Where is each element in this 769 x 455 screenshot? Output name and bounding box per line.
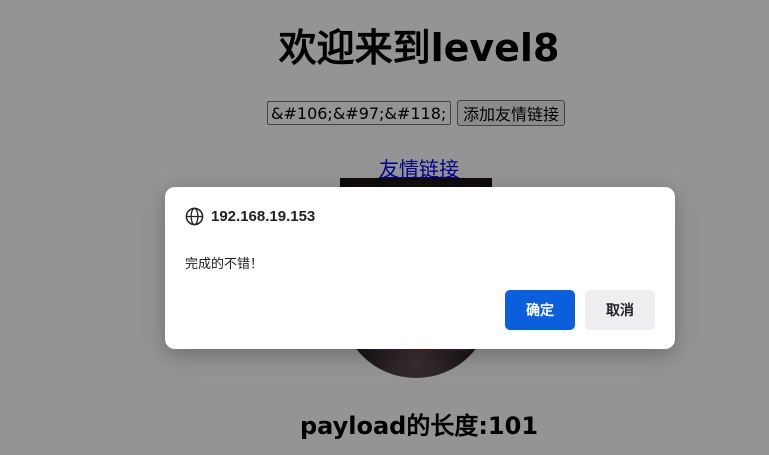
globe-icon: [185, 207, 204, 226]
dialog-actions: 确定 取消: [505, 290, 655, 330]
alert-dialog: 192.168.19.153 完成的不错！ 确定 取消: [165, 187, 675, 349]
dialog-origin: 192.168.19.153: [211, 208, 316, 225]
ok-button[interactable]: 确定: [505, 290, 575, 330]
dialog-header: 192.168.19.153: [185, 207, 315, 226]
cancel-button[interactable]: 取消: [585, 290, 655, 330]
dialog-message: 完成的不错！: [185, 256, 264, 271]
